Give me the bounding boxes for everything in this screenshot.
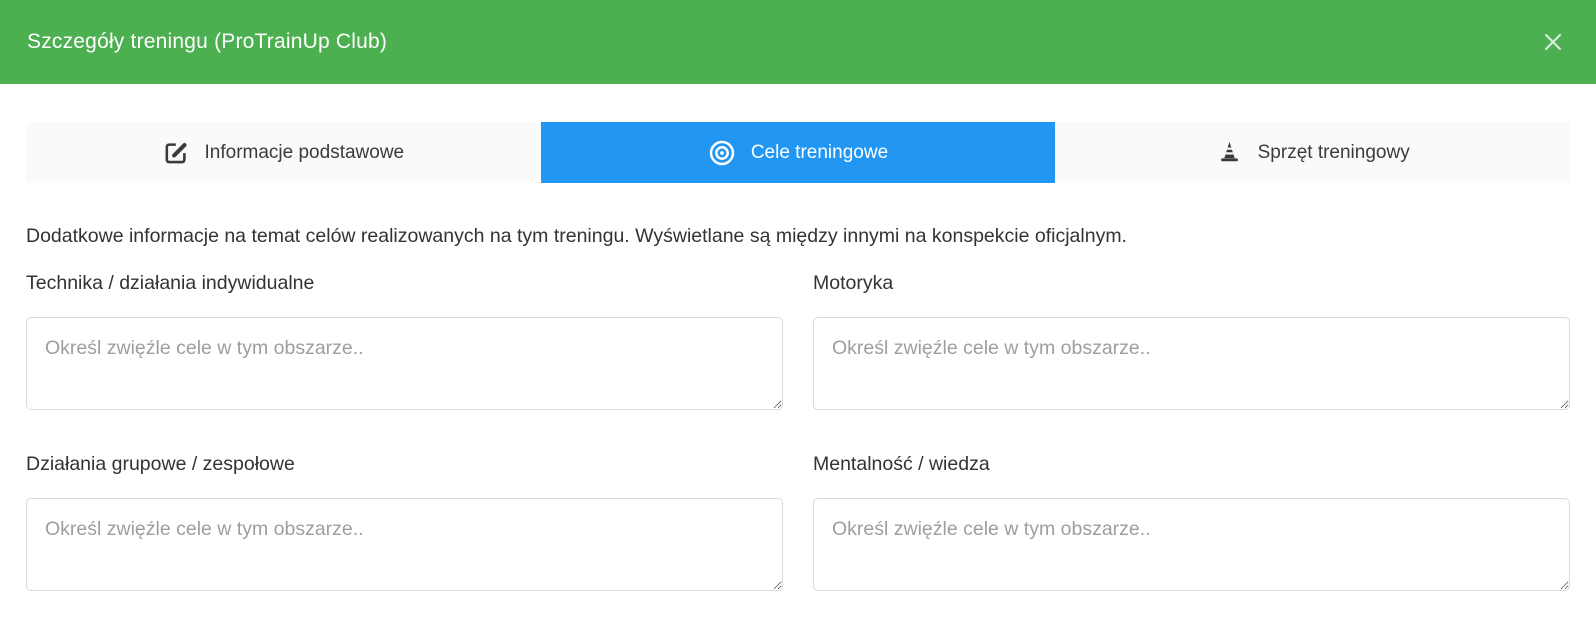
tab-label: Informacje podstawowe <box>205 142 405 164</box>
tab-cele-treningowe[interactable]: Cele treningowe <box>541 122 1056 183</box>
close-icon <box>1542 31 1564 53</box>
training-details-modal: { "header": { "title": "Szczegóły trenin… <box>0 0 1596 640</box>
tab-bar: Informacje podstawowe Cele treningowe <box>26 122 1570 183</box>
mentalnosc-textarea[interactable] <box>813 498 1570 591</box>
goal-fields: Technika / działania indywidualne Motory… <box>26 272 1570 596</box>
field-label: Motoryka <box>813 272 1570 295</box>
field-mentalnosc: Mentalność / wiedza <box>813 453 1570 596</box>
field-label: Technika / działania indywidualne <box>26 272 783 295</box>
field-label: Mentalność / wiedza <box>813 453 1570 476</box>
tab-label: Cele treningowe <box>751 142 888 164</box>
target-icon <box>708 139 736 167</box>
modal-header: Szczegóły treningu (ProTrainUp Club) <box>0 0 1596 84</box>
field-motoryka: Motoryka <box>813 272 1570 415</box>
tab-informacje-podstawowe[interactable]: Informacje podstawowe <box>26 122 541 183</box>
tab-label: Sprzęt treningowy <box>1258 142 1410 164</box>
field-dzialania-grupowe: Działania grupowe / zespołowe <box>26 453 783 596</box>
close-button[interactable] <box>1540 29 1566 55</box>
tab-sprzet-treningowy[interactable]: Sprzęt treningowy <box>1055 122 1570 183</box>
motoryka-textarea[interactable] <box>813 317 1570 410</box>
traffic-cone-icon <box>1216 139 1243 166</box>
technika-textarea[interactable] <box>26 317 783 410</box>
dzialania-grupowe-textarea[interactable] <box>26 498 783 591</box>
tab-description: Dodatkowe informacje na temat celów real… <box>26 225 1570 248</box>
field-technika: Technika / działania indywidualne <box>26 272 783 415</box>
edit-square-icon <box>163 139 190 166</box>
field-label: Działania grupowe / zespołowe <box>26 453 783 476</box>
modal-title: Szczegóły treningu (ProTrainUp Club) <box>27 30 387 54</box>
